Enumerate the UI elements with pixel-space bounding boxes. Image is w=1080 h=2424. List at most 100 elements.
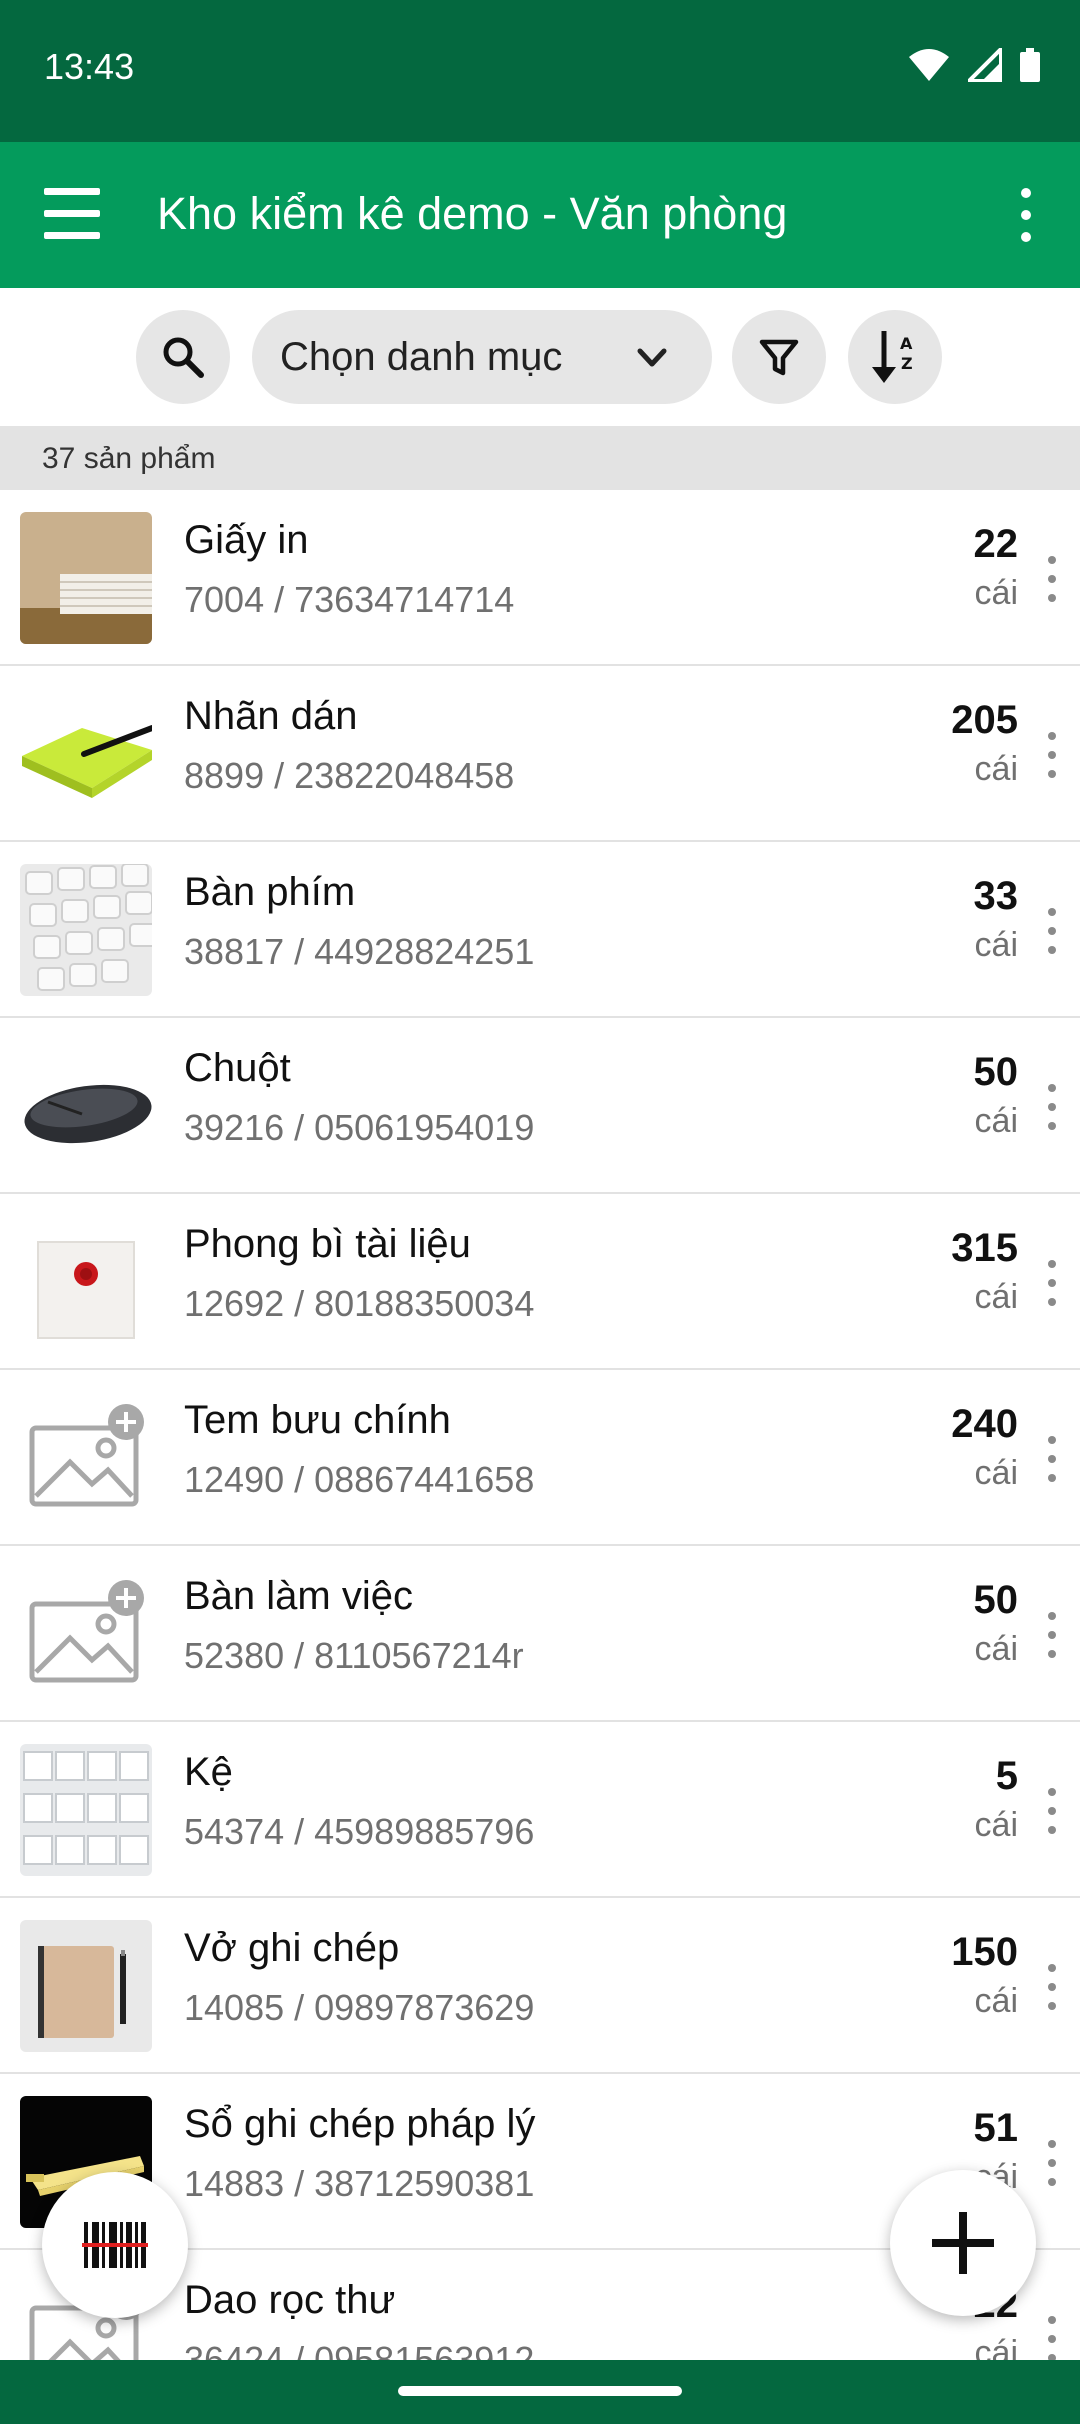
more-vert-icon[interactable] bbox=[1042, 2316, 1062, 2360]
barcode-icon bbox=[82, 2222, 148, 2268]
list-item[interactable]: Giấy in 7004 / 73634714714 22 cái bbox=[0, 490, 1080, 666]
list-item[interactable]: Nhãn dán 8899 / 23822048458 205 cái bbox=[0, 666, 1080, 842]
sort-button[interactable]: A Z bbox=[848, 310, 942, 404]
list-item[interactable]: Bàn phím 38817 / 44928824251 33 cái bbox=[0, 842, 1080, 1018]
more-vert-icon[interactable] bbox=[1042, 732, 1062, 778]
product-quantity: 51 bbox=[973, 2106, 1019, 2150]
more-vert-icon[interactable] bbox=[1002, 182, 1050, 248]
product-quantity: 240 bbox=[951, 1402, 1018, 1446]
product-count-bar: 37 sản phẩm bbox=[0, 426, 1080, 490]
plus-icon bbox=[932, 2212, 994, 2274]
status-icons bbox=[908, 44, 1040, 87]
product-code: 8899 / 23822048458 bbox=[184, 755, 515, 796]
more-vert-icon[interactable] bbox=[1042, 1964, 1062, 2010]
filter-icon bbox=[759, 339, 799, 376]
more-vert-icon[interactable] bbox=[1042, 1084, 1062, 1130]
product-code: 54374 / 45989885796 bbox=[184, 1811, 535, 1852]
more-vert-icon[interactable] bbox=[1042, 1612, 1062, 1658]
app-title: Kho kiểm kê demo - Văn phòng bbox=[157, 188, 788, 239]
svg-text:A: A bbox=[900, 334, 913, 353]
status-time: 13:43 bbox=[44, 46, 135, 87]
category-select[interactable]: Chọn danh mục bbox=[252, 310, 712, 404]
list-item[interactable]: Bàn làm việc 52380 / 8110567214r 50 cái bbox=[0, 1546, 1080, 1722]
search-button[interactable] bbox=[136, 310, 230, 404]
product-unit: cái bbox=[974, 1102, 1018, 1140]
more-vert-icon[interactable] bbox=[1042, 1788, 1062, 1834]
product-unit: cái bbox=[974, 1278, 1018, 1316]
product-code: 12692 / 80188350034 bbox=[184, 1283, 535, 1324]
product-quantity: 150 bbox=[951, 1930, 1018, 1974]
product-name: Vở ghi chép bbox=[184, 1926, 400, 1970]
product-name: Giấy in bbox=[184, 518, 309, 562]
product-code: 12490 / 08867441658 bbox=[184, 1459, 535, 1500]
system-nav-bar bbox=[0, 2360, 1080, 2424]
search-icon bbox=[163, 337, 204, 378]
product-unit: cái bbox=[974, 1630, 1018, 1668]
status-bar: 13:43 bbox=[0, 0, 1080, 142]
product-code: 36424 / 09581563912 bbox=[184, 2339, 535, 2360]
more-vert-icon[interactable] bbox=[1042, 908, 1062, 954]
product-thumbnail bbox=[20, 688, 152, 820]
hamburger-icon bbox=[44, 188, 100, 195]
chevron-down-icon bbox=[637, 348, 667, 367]
product-code: 14883 / 38712590381 bbox=[184, 2163, 535, 2204]
product-code: 38817 / 44928824251 bbox=[184, 931, 535, 972]
product-list: Giấy in 7004 / 73634714714 22 cái Nhãn d… bbox=[0, 490, 1080, 2360]
more-vert-icon[interactable] bbox=[1042, 2140, 1062, 2186]
product-unit: cái bbox=[974, 926, 1018, 964]
product-code: 14085 / 09897873629 bbox=[184, 1987, 535, 2028]
product-thumbnail bbox=[20, 1040, 152, 1172]
sort-az-icon: A Z bbox=[872, 331, 913, 383]
menu-button[interactable] bbox=[40, 184, 106, 244]
product-thumbnail bbox=[20, 512, 152, 644]
list-item[interactable]: Kệ 54374 / 45989885796 5 cái bbox=[0, 1722, 1080, 1898]
product-unit: cái bbox=[974, 750, 1018, 788]
product-name: Bàn làm việc bbox=[184, 1574, 413, 1618]
svg-text:Z: Z bbox=[901, 354, 913, 373]
home-handle[interactable] bbox=[398, 2386, 682, 2396]
product-name: Bàn phím bbox=[184, 870, 356, 914]
product-thumbnail bbox=[20, 1392, 152, 1524]
category-select-value: Chọn danh mục bbox=[280, 334, 563, 379]
product-name: Kệ bbox=[184, 1750, 233, 1794]
product-unit: cái bbox=[974, 574, 1018, 612]
product-thumbnail bbox=[20, 864, 152, 996]
more-vert-icon[interactable] bbox=[1042, 556, 1062, 602]
list-item[interactable]: Phong bì tài liệu 12692 / 80188350034 31… bbox=[0, 1194, 1080, 1370]
product-count: 37 sản phẩm bbox=[42, 442, 216, 475]
product-quantity: 50 bbox=[973, 1578, 1019, 1622]
product-unit: cái bbox=[974, 1806, 1018, 1844]
product-name: Sổ ghi chép pháp lý bbox=[184, 2102, 536, 2146]
product-name: Dao rọc thư bbox=[184, 2278, 396, 2322]
scan-barcode-button[interactable] bbox=[42, 2172, 188, 2318]
product-quantity: 5 bbox=[995, 1754, 1018, 1798]
product-code: 39216 / 05061954019 bbox=[184, 1107, 535, 1148]
product-name: Tem bưu chính bbox=[184, 1398, 451, 1442]
list-item[interactable]: Vở ghi chép 14085 / 09897873629 150 cái bbox=[0, 1898, 1080, 2074]
product-code: 7004 / 73634714714 bbox=[184, 579, 515, 620]
filter-toolbar: Chọn danh mục A Z bbox=[0, 288, 1080, 426]
product-thumbnail bbox=[20, 1920, 152, 2052]
list-item[interactable]: Chuột 39216 / 05061954019 50 cái bbox=[0, 1018, 1080, 1194]
product-unit: cái bbox=[974, 1454, 1018, 1492]
product-thumbnail bbox=[20, 1568, 152, 1700]
product-unit: cái bbox=[974, 2334, 1018, 2360]
product-name: Chuột bbox=[184, 1046, 291, 1090]
product-quantity: 33 bbox=[973, 874, 1019, 918]
more-vert-icon[interactable] bbox=[1042, 1260, 1062, 1306]
product-thumbnail bbox=[20, 1216, 152, 1348]
product-thumbnail bbox=[20, 1744, 152, 1876]
product-code: 52380 / 8110567214r bbox=[184, 1635, 524, 1676]
more-vert-icon[interactable] bbox=[1042, 1436, 1062, 1482]
app-bar: Kho kiểm kê demo - Văn phòng bbox=[0, 142, 1080, 288]
product-name: Phong bì tài liệu bbox=[184, 1222, 471, 1266]
product-quantity: 50 bbox=[973, 1050, 1019, 1094]
product-unit: cái bbox=[974, 1982, 1018, 2020]
product-name: Nhãn dán bbox=[184, 694, 358, 738]
battery-icon bbox=[1020, 48, 1040, 87]
product-quantity: 22 bbox=[973, 522, 1019, 566]
add-product-button[interactable] bbox=[890, 2170, 1036, 2316]
list-item[interactable]: Tem bưu chính 12490 / 08867441658 240 cá… bbox=[0, 1370, 1080, 1546]
signal-icon bbox=[964, 44, 1003, 87]
filter-button[interactable] bbox=[732, 310, 826, 404]
